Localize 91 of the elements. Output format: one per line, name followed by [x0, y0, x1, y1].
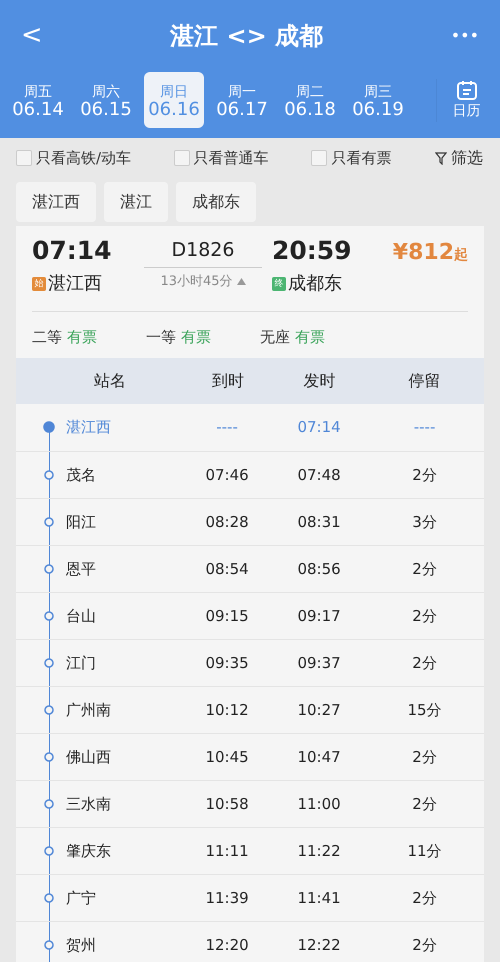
departure-time-cell-text: 09:37: [296, 652, 342, 674]
column-header: 停留: [408, 370, 442, 392]
column-header: 到时: [210, 370, 245, 392]
back-button[interactable]: <: [20, 22, 44, 50]
station-name: 佛山西: [66, 746, 112, 768]
date-tab[interactable]: 周二 06.18: [280, 72, 340, 128]
departure-time-cell-text: 07:48: [296, 464, 342, 486]
filter-button[interactable]: 筛选: [434, 145, 484, 171]
arrival-time-cell-text: 09:35: [204, 652, 250, 674]
column-header: 站名: [93, 370, 127, 392]
station-name: 三水南: [66, 794, 112, 815]
seat-class: 二等: [32, 328, 62, 346]
station-name: 江门: [66, 652, 97, 674]
departure-time-cell-text: 10:47: [296, 746, 342, 768]
terminal-badge: 终: [272, 276, 286, 291]
price-suffix: 起: [454, 246, 468, 265]
arrival-time-cell-text: 11:39: [204, 888, 250, 909]
departure-time-cell-text: 08:31: [296, 512, 342, 533]
arrival-time-cell-text: ----: [215, 417, 239, 438]
destination-station: 成都东: [288, 272, 342, 294]
station-name: 台山: [66, 606, 97, 627]
filter-checkbox[interactable]: 只看普通车: [174, 146, 269, 170]
train-number[interactable]: D1826: [144, 232, 262, 268]
stop-duration-cell-text: 2分: [411, 606, 438, 627]
stop-duration-cell-text: 2分: [411, 794, 438, 815]
filter-checkbox[interactable]: 只看有票: [311, 146, 392, 170]
stop-duration-cell-text: 2分: [411, 652, 438, 674]
departure-time-cell-text: 11:22: [296, 840, 342, 862]
date-tab[interactable]: 周五 06.14: [8, 72, 68, 128]
stop-duration-cell-text: ----: [412, 417, 436, 438]
station-name: 广州南: [66, 700, 112, 721]
origin-station: 湛江西: [48, 272, 102, 294]
station-name: 贺州: [66, 934, 97, 956]
station-name: 阳江: [66, 512, 97, 533]
date-tab[interactable]: 周三 06.19: [348, 72, 408, 128]
station-chip[interactable]: 湛江西: [16, 182, 96, 222]
departure-time-cell-text: 12:22: [296, 934, 342, 956]
departure-time-cell-text: 07:14: [296, 417, 342, 438]
stop-duration-cell-text: 3分: [411, 512, 438, 533]
filter-checkbox[interactable]: 只看高铁/动车: [16, 146, 132, 170]
stop-duration-cell-text: 15分: [406, 700, 443, 721]
stop-duration-cell-text: 2分: [411, 746, 438, 768]
expand-icon[interactable]: [236, 278, 246, 285]
arrival-time-cell-text: 10:45: [204, 746, 250, 768]
station-name: 广宁: [66, 888, 97, 909]
seat-class: 无座: [260, 328, 290, 346]
station-chip[interactable]: 成都东: [176, 182, 256, 222]
arrival-time-cell-text: 08:28: [204, 512, 250, 533]
date-tab[interactable]: 周一 06.17: [212, 72, 272, 128]
departure-time: 07:14: [32, 235, 113, 267]
more-button[interactable]: •••: [450, 23, 480, 49]
checkbox[interactable]: [311, 150, 328, 166]
station-name: 茂名: [66, 464, 97, 486]
station-name: 湛江西: [66, 417, 112, 438]
departure-time-cell-text: 08:56: [296, 558, 342, 580]
departure-time-cell-text: 09:17: [296, 606, 342, 627]
arrival-time: 20:59: [272, 235, 353, 267]
arrival-time-cell-text: 12:20: [204, 934, 250, 956]
ticket-status: 有票: [294, 328, 325, 346]
checkbox[interactable]: [16, 150, 32, 166]
date-tab[interactable]: 周六 06.15: [76, 72, 136, 128]
ticket-status: 有票: [180, 328, 211, 346]
calendar-icon[interactable]: [456, 78, 478, 100]
station-name: 恩平: [66, 558, 97, 580]
arrival-time-cell-text: 09:15: [204, 606, 250, 627]
stop-duration-cell-text: 2分: [411, 934, 438, 956]
arrival-time-cell-text: 07:46: [204, 464, 250, 486]
arrival-time-cell-text: 10:12: [204, 700, 250, 721]
origin-badge: 始: [32, 276, 46, 291]
arrival-time-cell-text: 08:54: [204, 558, 250, 580]
arrival-time-cell-text: 10:58: [204, 794, 250, 815]
stop-duration-cell-text: 2分: [411, 558, 438, 580]
date-tab[interactable]: 周日 06.16: [144, 72, 204, 128]
ticket-status: 有票: [66, 328, 97, 346]
departure-time-cell-text: 10:27: [296, 700, 342, 721]
stop-duration-cell-text: 2分: [411, 464, 438, 486]
duration: 13小时45分: [160, 272, 233, 290]
stop-duration-cell-text: 2分: [411, 888, 438, 909]
page-title: 湛江 <> 成都: [170, 21, 324, 52]
stop-duration-cell-text: 11分: [406, 840, 443, 862]
calendar-label[interactable]: 日历: [452, 100, 480, 122]
filter-icon: [434, 152, 447, 164]
seat-class: 一等: [146, 328, 176, 346]
checkbox[interactable]: [174, 150, 190, 166]
station-name: 肇庆东: [66, 840, 112, 862]
departure-time-cell-text: 11:00: [296, 794, 342, 815]
column-header: 发时: [302, 370, 337, 392]
arrival-time-cell-text: 11:11: [204, 840, 250, 862]
station-chip[interactable]: 湛江: [104, 182, 168, 222]
price: ¥812: [392, 239, 454, 267]
departure-time-cell-text: 11:41: [296, 888, 342, 909]
